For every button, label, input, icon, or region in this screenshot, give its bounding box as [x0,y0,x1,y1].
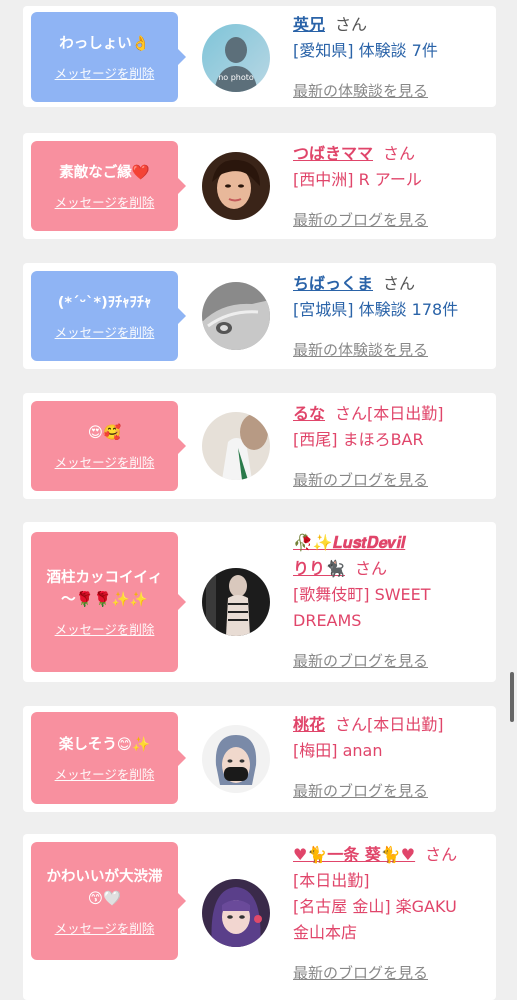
message-text: わっしょい👌 [59,35,150,52]
message-bubble: 😍🥰 メッセージを削除 [31,401,186,491]
message-card: 楽しそう😊✨ メッセージを削除 桃花 さん[本日出勤] [梅田] anan 最新の… [23,706,496,812]
user-name-link[interactable]: ♥🐈一条 葵🐈♥ [293,845,415,864]
avatar[interactable] [202,152,270,220]
user-detail-line2: [名古屋 金山] 楽GAKU [293,897,457,916]
honorific: さん [383,144,416,163]
message-bubble: わっしょい👌 メッセージを削除 [31,12,186,102]
message-text: 楽しそう😊✨ [58,736,151,753]
user-detail-line2: DREAMS [293,611,362,630]
avatar[interactable] [202,282,270,350]
user-detail: [西中洲] R アール [293,170,422,189]
user-detail: [西尾] まほろBAR [293,430,424,449]
avatar[interactable] [202,725,270,793]
message-bubble: 素敵なご縁❤️ メッセージを削除 [31,141,186,231]
message-bubble: 酒柱カッコイイィ 〜🌹🌹✨✨ メッセージを削除 [31,532,186,672]
delete-message-link[interactable]: メッセージを削除 [55,63,155,82]
message-card: (*´ᵕ`*)ｦﾁｬｦﾁｬ メッセージを削除 ちばっくま さん [宮城県] 体験談… [23,263,496,369]
user-detail: [宮城県] 体験談 178件 [293,300,459,319]
view-latest-link[interactable]: 最新のブログを見る [293,469,428,490]
message-text: 😍🥰 [87,424,122,441]
message-card: かわいいが大渋滞 😙🤍 メッセージを削除 ♥🐈一条 葵🐈♥ さん [本日出勤] [… [23,834,496,1000]
user-info: つばきママ さん [西中洲] R アール [293,141,488,193]
user-name-link-line2[interactable]: りり🐈‍⬛ [293,559,345,578]
message-text: (*´ᵕ`*)ｦﾁｬｦﾁｬ [57,294,152,311]
message-card: 😍🥰 メッセージを削除 るな さん[本日出勤] [西尾] まほろBAR 最新のブロ… [23,393,496,499]
scrollbar-thumb[interactable] [510,672,514,722]
user-name-link[interactable]: つばきママ [293,144,373,163]
user-info: 桃花 さん[本日出勤] [梅田] anan [293,712,488,764]
user-name-link[interactable]: 🥀✨𝑳𝒖𝒔𝒕𝑫𝒆𝒗𝒊𝒍 [293,530,488,556]
message-text-line1: 酒柱カッコイイィ [46,569,163,586]
user-detail: [愛知県] 体験談 7件 [293,41,438,60]
avatar[interactable] [202,412,270,480]
message-card: 酒柱カッコイイィ 〜🌹🌹✨✨ メッセージを削除 🥀✨𝑳𝒖𝒔𝒕𝑫𝒆𝒗𝒊𝒍 りり🐈‍… [23,522,496,682]
user-info: るな さん[本日出勤] [西尾] まほろBAR [293,401,488,453]
delete-message-link[interactable]: メッセージを削除 [55,322,155,341]
view-latest-link[interactable]: 最新のブログを見る [293,650,428,671]
message-bubble: かわいいが大渋滞 😙🤍 メッセージを削除 [31,842,186,960]
message-text-line1: かわいいが大渋滞 [46,868,163,885]
user-name-link[interactable]: ちばっくま [293,274,373,293]
delete-message-link[interactable]: メッセージを削除 [55,619,155,638]
user-detail: [梅田] anan [293,741,383,760]
user-info: 🥀✨𝑳𝒖𝒔𝒕𝑫𝒆𝒗𝒊𝒍 りり🐈‍⬛ さん [歌舞伎町] SWEET DREAMS [293,530,488,634]
delete-message-link[interactable]: メッセージを削除 [55,764,155,783]
message-bubble: 楽しそう😊✨ メッセージを削除 [31,712,186,804]
no-photo-label: no photo [218,73,254,82]
view-latest-link[interactable]: 最新の体験談を見る [293,339,428,360]
honorific: さん [354,559,387,578]
user-detail: [本日出勤] [293,871,370,890]
message-card: わっしょい👌 メッセージを削除 no photo 英兄 さん [愛知県] 体験談 … [23,6,496,107]
avatar[interactable] [202,568,270,636]
honorific: さん[本日出勤] [335,404,444,423]
avatar[interactable]: no photo [202,24,270,92]
honorific: さん [335,15,368,34]
user-info: ♥🐈一条 葵🐈♥ さん [本日出勤] [名古屋 金山] 楽GAKU 金山本店 [293,842,488,946]
user-info: 英兄 さん [愛知県] 体験談 7件 [293,12,488,64]
message-text-line2: 〜🌹🌹✨✨ [61,591,148,608]
message-text: 素敵なご縁❤️ [59,164,150,181]
view-latest-link[interactable]: 最新のブログを見る [293,780,428,801]
user-detail-line3: 金山本店 [293,923,358,942]
honorific: さん[本日出勤] [335,715,444,734]
honorific: さん [383,274,416,293]
delete-message-link[interactable]: メッセージを削除 [55,918,155,937]
delete-message-link[interactable]: メッセージを削除 [55,192,155,211]
honorific: さん [425,845,458,864]
user-name-link[interactable]: 英兄 [293,15,325,34]
user-detail: [歌舞伎町] SWEET [293,585,431,604]
user-info: ちばっくま さん [宮城県] 体験談 178件 [293,271,488,323]
view-latest-link[interactable]: 最新の体験談を見る [293,80,428,101]
user-name-link[interactable]: 桃花 [293,715,325,734]
message-bubble: (*´ᵕ`*)ｦﾁｬｦﾁｬ メッセージを削除 [31,271,186,361]
delete-message-link[interactable]: メッセージを削除 [55,452,155,471]
message-text-line2: 😙🤍 [87,890,122,907]
user-name-link[interactable]: るな [293,404,325,423]
view-latest-link[interactable]: 最新のブログを見る [293,962,428,983]
view-latest-link[interactable]: 最新のブログを見る [293,209,428,230]
avatar[interactable] [202,879,270,947]
message-card: 素敵なご縁❤️ メッセージを削除 つばきママ さん [西中洲] R アール 最新の… [23,133,496,239]
